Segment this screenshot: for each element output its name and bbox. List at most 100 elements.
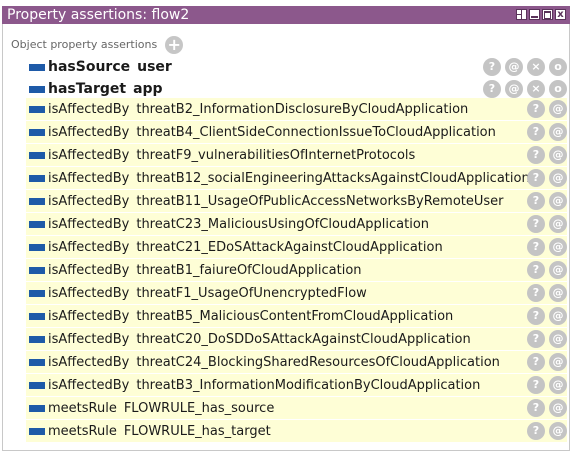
property-value[interactable]: threatB11_UsageOfPublicAccessNetworksByR…	[136, 194, 503, 209]
asserted-row[interactable]: hasTarget app? @ × o	[26, 78, 567, 100]
property-name[interactable]: isAffectedBy	[48, 125, 129, 140]
explain-button[interactable]: ?	[527, 261, 545, 279]
explain-button[interactable]: ?	[483, 80, 501, 98]
inferred-row[interactable]: isAffectedBy threatC20_DoSDDoSAttackAgain…	[26, 328, 567, 350]
explain-button[interactable]: ?	[527, 100, 545, 118]
property-name[interactable]: hasTarget	[48, 81, 126, 97]
annotate-button[interactable]: @	[505, 80, 523, 98]
inferred-row[interactable]: isAffectedBy threatC21_EDoSAttackAgainstC…	[26, 236, 567, 258]
maximize-button[interactable]	[542, 9, 553, 20]
annotate-button[interactable]: @	[549, 215, 567, 233]
explain-button[interactable]: ?	[527, 238, 545, 256]
explain-button[interactable]: ?	[527, 422, 545, 440]
inferred-row[interactable]: meetsRule FLOWRULE_has_target? @	[26, 420, 567, 442]
property-name[interactable]: isAffectedBy	[48, 217, 129, 232]
inferred-row[interactable]: isAffectedBy threatB5_MaliciousContentFro…	[26, 305, 567, 327]
annotate-button[interactable]: @	[549, 261, 567, 279]
explain-button[interactable]: ?	[527, 284, 545, 302]
property-name[interactable]: hasSource	[48, 59, 130, 75]
property-value[interactable]: threatC21_EDoSAttackAgainstCloudApplicat…	[136, 240, 442, 255]
inferred-row[interactable]: isAffectedBy threatB4_ClientSideConnectio…	[26, 121, 567, 143]
property-name[interactable]: isAffectedBy	[48, 332, 129, 347]
row-actions: ? @	[527, 261, 567, 279]
edit-button[interactable]: o	[549, 58, 567, 76]
row-actions: ? @	[527, 330, 567, 348]
property-value[interactable]: user	[137, 59, 172, 75]
annotate-button[interactable]: @	[549, 376, 567, 394]
explain-button[interactable]: ?	[527, 192, 545, 210]
inferred-row[interactable]: isAffectedBy threatB1_faiureOfCloudApplic…	[26, 259, 567, 281]
annotate-button[interactable]: @	[549, 123, 567, 141]
explain-button[interactable]: ?	[527, 376, 545, 394]
inferred-row[interactable]: isAffectedBy threatB11_UsageOfPublicAcces…	[26, 190, 567, 212]
explain-button[interactable]: ?	[527, 330, 545, 348]
property-value[interactable]: threatC23_MaliciousUsingOfCloudApplicati…	[136, 217, 429, 232]
property-name[interactable]: isAffectedBy	[48, 263, 129, 278]
inferred-row[interactable]: isAffectedBy threatC24_BlockingSharedReso…	[26, 351, 567, 373]
property-value[interactable]: threatF9_vulnerabilitiesOfInternetProtoc…	[136, 148, 415, 163]
annotate-button[interactable]: @	[549, 146, 567, 164]
explain-button[interactable]: ?	[483, 58, 501, 76]
annotate-button[interactable]: @	[549, 284, 567, 302]
property-name[interactable]: isAffectedBy	[48, 102, 129, 117]
annotate-button[interactable]: @	[549, 238, 567, 256]
property-value[interactable]: FLOWRULE_has_source	[124, 401, 275, 416]
add-assertion-button[interactable]: +	[165, 36, 184, 54]
asserted-row[interactable]: hasSource user? @ × o	[26, 56, 567, 78]
row-actions: ? @	[527, 284, 567, 302]
annotate-button[interactable]: @	[505, 58, 523, 76]
property-name[interactable]: isAffectedBy	[48, 148, 129, 163]
property-value[interactable]: threatC24_BlockingSharedResourcesOfCloud…	[136, 355, 500, 370]
object-property-icon	[29, 128, 45, 136]
annotate-button[interactable]: @	[549, 353, 567, 371]
delete-button[interactable]: ×	[527, 58, 545, 76]
property-value[interactable]: threatB5_MaliciousContentFromCloudApplic…	[136, 309, 453, 324]
explain-button[interactable]: ?	[527, 399, 545, 417]
property-value[interactable]: threatB1_faiureOfCloudApplication	[136, 263, 361, 278]
explain-button[interactable]: ?	[527, 353, 545, 371]
property-name[interactable]: isAffectedBy	[48, 240, 129, 255]
property-name[interactable]: isAffectedBy	[48, 378, 129, 393]
annotate-button[interactable]: @	[549, 422, 567, 440]
annotate-button[interactable]: @	[549, 307, 567, 325]
annotate-button[interactable]: @	[549, 330, 567, 348]
close-view-button[interactable]: x	[555, 9, 566, 20]
property-value[interactable]: threatB3_InformationModificationByCloudA…	[136, 378, 480, 393]
property-name[interactable]: isAffectedBy	[48, 194, 129, 209]
split-view-button[interactable]	[516, 9, 527, 20]
inferred-row[interactable]: isAffectedBy threatB12_socialEngineeringA…	[26, 167, 567, 189]
property-name[interactable]: meetsRule	[48, 424, 117, 439]
annotate-button[interactable]: @	[549, 169, 567, 187]
property-name[interactable]: isAffectedBy	[48, 171, 129, 186]
inferred-row[interactable]: isAffectedBy threatB2_InformationDisclosu…	[26, 98, 567, 120]
property-value[interactable]: FLOWRULE_has_target	[124, 424, 271, 439]
annotate-button[interactable]: @	[549, 399, 567, 417]
inferred-row[interactable]: isAffectedBy threatC23_MaliciousUsingOfCl…	[26, 213, 567, 235]
property-value[interactable]: threatC20_DoSDDoSAttackAgainstCloudAppli…	[136, 332, 470, 347]
minimize-button[interactable]	[529, 9, 540, 20]
property-value[interactable]: threatF1_UsageOfUnencryptedFlow	[136, 286, 366, 301]
explain-button[interactable]: ?	[527, 146, 545, 164]
property-value[interactable]: threatB4_ClientSideConnectionIssueToClou…	[136, 125, 496, 140]
inferred-row[interactable]: meetsRule FLOWRULE_has_source? @	[26, 397, 567, 419]
explain-button[interactable]: ?	[527, 307, 545, 325]
delete-button[interactable]: ×	[527, 80, 545, 98]
property-name[interactable]: meetsRule	[48, 401, 117, 416]
edit-button[interactable]: o	[549, 80, 567, 98]
annotate-button[interactable]: @	[549, 100, 567, 118]
property-name[interactable]: isAffectedBy	[48, 355, 129, 370]
property-value[interactable]: threatB12_socialEngineeringAttacksAgains…	[136, 171, 529, 186]
property-value[interactable]: app	[133, 81, 163, 97]
property-value[interactable]: threatB2_InformationDisclosureByCloudApp…	[136, 102, 468, 117]
row-actions: ? @	[527, 100, 567, 118]
property-name[interactable]: isAffectedBy	[48, 286, 129, 301]
property-name[interactable]: isAffectedBy	[48, 309, 129, 324]
annotate-button[interactable]: @	[549, 192, 567, 210]
explain-button[interactable]: ?	[527, 215, 545, 233]
explain-button[interactable]: ?	[527, 123, 545, 141]
explain-button[interactable]: ?	[527, 169, 545, 187]
inferred-row[interactable]: isAffectedBy threatF9_vulnerabilitiesOfIn…	[26, 144, 567, 166]
inferred-row[interactable]: isAffectedBy threatB3_InformationModifica…	[26, 374, 567, 396]
inferred-row[interactable]: isAffectedBy threatF1_UsageOfUnencryptedF…	[26, 282, 567, 304]
row-actions: ? @	[527, 307, 567, 325]
